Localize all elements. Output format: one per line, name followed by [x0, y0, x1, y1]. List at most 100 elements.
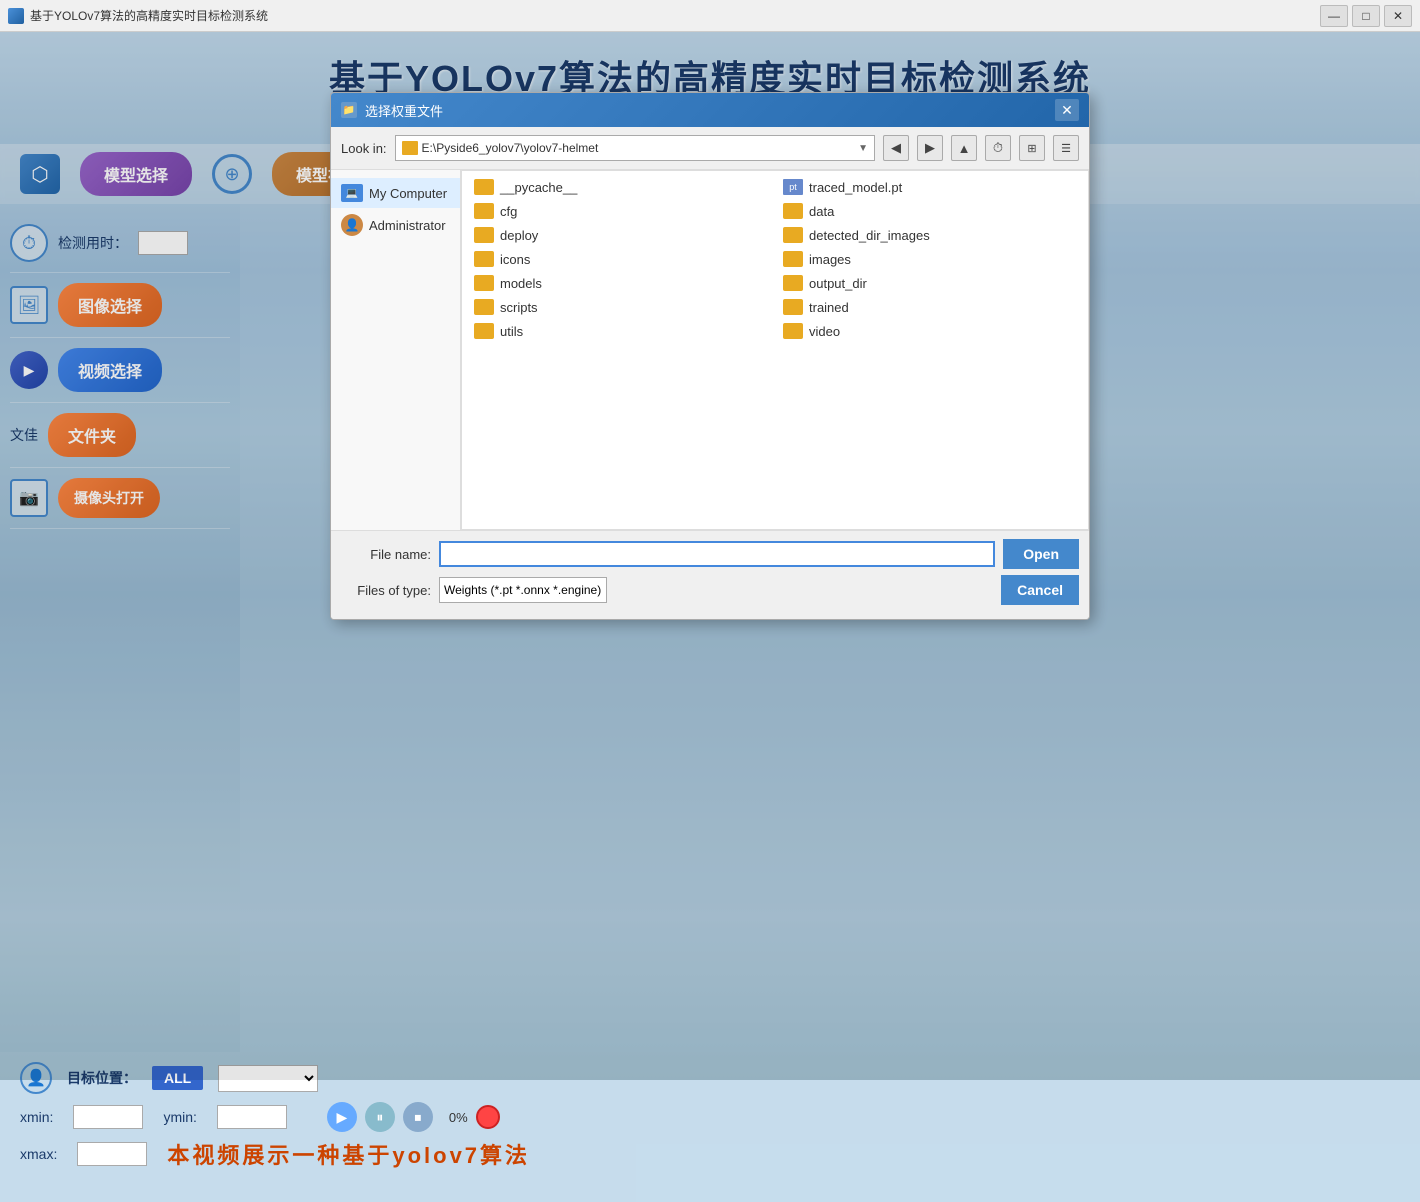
dialog-title: 选择权重文件 [365, 101, 443, 120]
dialog-title-left: 📁 选择权重文件 [341, 101, 443, 120]
filetype-dropdown-container: Weights (*.pt *.onnx *.engine) [439, 577, 993, 603]
dialog-file-list[interactable]: __pycache__ pt traced_model.ptcfg data deplo… [461, 170, 1089, 530]
path-dropdown[interactable]: E:\Pyside6_yolov7\yolov7-helmet ▼ [395, 135, 875, 161]
filename-input[interactable] [439, 541, 995, 567]
mycomputer-label: My Computer [369, 186, 447, 201]
file-item[interactable]: __pycache__ [466, 175, 775, 199]
file-grid: __pycache__ pt traced_model.ptcfg data deplo… [466, 175, 1084, 343]
file-item[interactable]: icons [466, 247, 775, 271]
file-name: video [809, 324, 840, 339]
file-name: traced_model.pt [809, 180, 902, 195]
playback-controls: ▶ ⏸ ⏹ 0% [327, 1102, 500, 1132]
dropdown-arrow: ▼ [858, 143, 868, 154]
title-bar-left: 基于YOLOv7算法的高精度实时目标检测系统 [8, 7, 268, 24]
file-item[interactable]: data [775, 199, 1084, 223]
file-item[interactable]: deploy [466, 223, 775, 247]
file-item[interactable]: models [466, 271, 775, 295]
path-folder-icon [402, 141, 418, 155]
bottom-row3: xmax: 本视频展示一种基于yolov7算法 [20, 1138, 1400, 1170]
file-name: __pycache__ [500, 180, 577, 195]
folder-icon [783, 203, 803, 219]
xmax-label: xmax: [20, 1146, 57, 1162]
app-icon [8, 8, 24, 24]
folder-icon [474, 203, 494, 219]
file-name: models [500, 276, 542, 291]
open-button[interactable]: Open [1003, 539, 1079, 569]
folder-icon [474, 179, 494, 195]
dialog-bottom: File name: Open Files of type: Weights (… [331, 530, 1089, 619]
cancel-button[interactable]: Cancel [1001, 575, 1079, 605]
stop-button[interactable]: ⏹ [403, 1102, 433, 1132]
filetype-label: Files of type: [341, 583, 431, 598]
ymin-input[interactable] [217, 1105, 287, 1129]
nav-back-button[interactable]: ◀ [883, 135, 909, 161]
dialog-title-bar: 📁 选择权重文件 ✕ [331, 93, 1089, 127]
dialog-icon: 📁 [341, 102, 357, 118]
folder-icon [783, 323, 803, 339]
computer-icon: 💻 [341, 184, 363, 202]
file-name: utils [500, 324, 523, 339]
file-icon: pt [783, 179, 803, 195]
folder-icon [474, 299, 494, 315]
record-button[interactable] [476, 1105, 500, 1129]
filetype-row: Files of type: Weights (*.pt *.onnx *.en… [341, 575, 1079, 605]
filename-label: File name: [341, 547, 431, 562]
sidebar-item-administrator[interactable]: 👤 Administrator [331, 208, 460, 242]
file-name: detected_dir_images [809, 228, 930, 243]
play-button[interactable]: ▶ [327, 1102, 357, 1132]
view-list-button[interactable]: ☰ [1053, 135, 1079, 161]
maximize-button[interactable]: □ [1352, 5, 1380, 27]
dialog-overlay: 📁 选择权重文件 ✕ Look in: E:\Pyside6_yolov7\yo… [0, 32, 1420, 1080]
file-item[interactable]: detected_dir_images [775, 223, 1084, 247]
file-item[interactable]: cfg [466, 199, 775, 223]
xmin-input[interactable] [73, 1105, 143, 1129]
filetype-select[interactable]: Weights (*.pt *.onnx *.engine) [439, 577, 607, 603]
close-button[interactable]: ✕ [1384, 5, 1412, 27]
pause-button[interactable]: ⏸ [365, 1102, 395, 1132]
xmax-input[interactable] [77, 1142, 147, 1166]
file-item[interactable]: trained [775, 295, 1084, 319]
file-dialog: 📁 选择权重文件 ✕ Look in: E:\Pyside6_yolov7\yo… [330, 92, 1090, 620]
nav-up-button[interactable]: ▲ [951, 135, 977, 161]
ymin-label: ymin: [163, 1109, 196, 1125]
folder-icon [474, 251, 494, 267]
file-item[interactable]: output_dir [775, 271, 1084, 295]
file-name: deploy [500, 228, 538, 243]
file-name: images [809, 252, 851, 267]
view-grid-button[interactable]: ⊞ [1019, 135, 1045, 161]
dialog-sidebar: 💻 My Computer 👤 Administrator [331, 170, 461, 530]
nav-forward-button[interactable]: ▶ [917, 135, 943, 161]
file-item[interactable]: images [775, 247, 1084, 271]
file-item[interactable]: utils [466, 319, 775, 343]
folder-icon [783, 275, 803, 291]
lookin-label: Look in: [341, 141, 387, 156]
status-text: 本视频展示一种基于yolov7算法 [167, 1138, 530, 1170]
dialog-body: 💻 My Computer 👤 Administrator __pycache_… [331, 170, 1089, 530]
folder-icon [783, 251, 803, 267]
file-name: output_dir [809, 276, 867, 291]
minimize-button[interactable]: — [1320, 5, 1348, 27]
dialog-close-button[interactable]: ✕ [1055, 99, 1079, 121]
dialog-toolbar: Look in: E:\Pyside6_yolov7\yolov7-helmet… [331, 127, 1089, 170]
current-path: E:\Pyside6_yolov7\yolov7-helmet [422, 141, 859, 155]
folder-icon [783, 227, 803, 243]
window-controls: — □ ✕ [1320, 5, 1412, 27]
filename-row: File name: Open [341, 539, 1079, 569]
nav-recent-button[interactable]: ⏱ [985, 135, 1011, 161]
folder-icon [474, 323, 494, 339]
progress-percent: 0% [449, 1110, 468, 1125]
file-name: trained [809, 300, 849, 315]
file-item[interactable]: scripts [466, 295, 775, 319]
file-item[interactable]: pt traced_model.pt [775, 175, 1084, 199]
folder-icon [783, 299, 803, 315]
window-title: 基于YOLOv7算法的高精度实时目标检测系统 [30, 7, 268, 24]
file-name: icons [500, 252, 530, 267]
xmin-label: xmin: [20, 1109, 53, 1125]
file-name: cfg [500, 204, 517, 219]
file-item[interactable]: video [775, 319, 1084, 343]
sidebar-item-mycomputer[interactable]: 💻 My Computer [331, 178, 460, 208]
administrator-label: Administrator [369, 218, 446, 233]
bottom-row2: xmin: ymin: ▶ ⏸ ⏹ 0% [20, 1102, 1400, 1132]
file-name: scripts [500, 300, 538, 315]
app-area: 基于YOLOv7算法的高精度实时目标检测系统 CSDN：BestSongC B站… [0, 32, 1420, 1080]
